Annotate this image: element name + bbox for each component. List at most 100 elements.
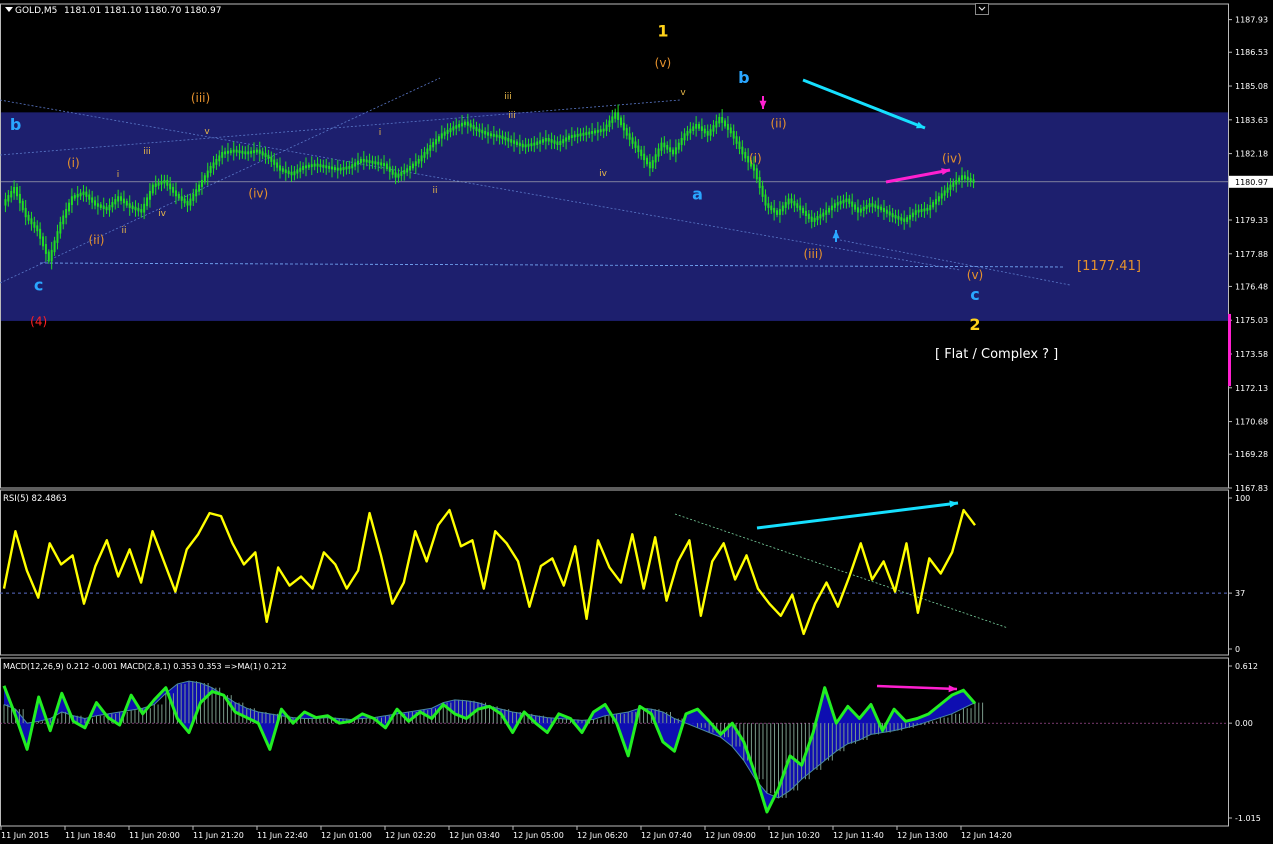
candle-body [426,148,429,155]
candle-body [354,162,357,167]
macd-title: MACD(12,26,9) 0.212 -0.001 MACD(2,8,1) 0… [3,662,287,671]
candle-body [293,171,296,176]
candle-body [47,251,50,262]
candle-body [504,136,507,141]
candle-body [33,221,36,228]
candle-body [588,131,591,135]
candle-body [420,155,423,162]
macd-tick-label: 0.00 [1235,719,1253,728]
one-click-toggle-icon[interactable] [5,7,13,12]
candle-body [435,139,438,145]
price-tick-label: 1167.83 [1235,484,1268,493]
candle-body [617,112,620,120]
candle-body [498,135,501,138]
candle-body [331,166,334,170]
candle-body [461,122,464,127]
candle-body [487,132,490,136]
candle-body [62,215,65,225]
candle-body [394,172,397,178]
candle-body [877,205,880,210]
candle-body [94,200,97,206]
candle-body [39,228,42,239]
price-tick-label: 1177.88 [1235,250,1268,259]
candle-body [625,128,628,136]
candle-body [602,128,605,132]
candle-body [489,133,492,137]
candle-body [822,212,825,217]
candle-body [417,158,420,164]
candle-body [134,206,137,211]
candle-body [458,124,461,128]
candle-body [348,165,351,169]
candle-body [628,133,631,140]
candle-body [449,128,452,133]
candle-body [492,133,495,137]
trading-chart[interactable]: 1187.93 1186.53 1185.08 1183.63 1182.18 1180.… [0,0,1273,844]
candle-body [495,134,498,138]
candle-body [669,147,672,152]
candle-body [151,184,154,194]
candle-body [721,117,724,123]
candle-body [547,137,550,142]
candle-body [960,175,963,180]
wave-label: (iii) [803,247,822,261]
candle-body [911,212,914,218]
rsi-tick-label: 0 [1235,645,1240,654]
candle-body [923,208,926,212]
candle-body [221,151,224,158]
candle-body [351,164,354,169]
candle-body [614,112,617,119]
wave-label: (ii) [88,233,104,247]
candle-body [177,193,180,199]
candle-body [778,209,781,215]
candle-body [27,214,30,221]
candle-body [521,143,524,148]
price-tick-label: 1186.53 [1235,48,1268,57]
candle-body [146,197,149,207]
time-tick-label: 12 Jun 03:40 [449,831,500,840]
candle-body [596,129,599,133]
candle-body [478,128,481,133]
wave-label: b [738,68,749,87]
candle-body [674,147,677,155]
candle-body [325,165,328,169]
candle-body [813,217,816,222]
candle-body [50,249,53,262]
wave-label: c [34,276,43,295]
candle-body [695,124,698,129]
candle-body [640,149,643,157]
candle-body [385,163,388,169]
candle-body [776,210,779,215]
candle-body [21,200,24,211]
candle-body [463,121,466,126]
candle-body [565,137,568,142]
wave-label: (i) [67,156,80,170]
candle-body [229,150,232,154]
candle-body [4,199,7,206]
candle-body [469,123,472,128]
candle-body [218,155,221,162]
candle-body [96,203,99,207]
candle-body [576,133,579,137]
minor-wave-label: ii [432,186,437,196]
wave-label: 2 [969,315,980,334]
candle-body [703,128,706,134]
wave-label: (iii) [191,91,210,105]
candle-body [68,202,71,212]
candle-body [160,181,163,185]
chevron-down-icon[interactable] [975,3,989,15]
candle-body [339,167,342,171]
candle-body [963,175,966,179]
candle-body [76,193,79,198]
candle-body [466,121,469,126]
candle-body [429,144,432,151]
candle-body [885,209,888,214]
candle-body [264,153,267,158]
candle-body [530,143,533,147]
candle-body [810,216,813,222]
candle-body [16,186,19,197]
candle-body [88,194,91,200]
candle-body [764,194,767,206]
candle-body [934,199,937,205]
candle-body [660,142,663,151]
